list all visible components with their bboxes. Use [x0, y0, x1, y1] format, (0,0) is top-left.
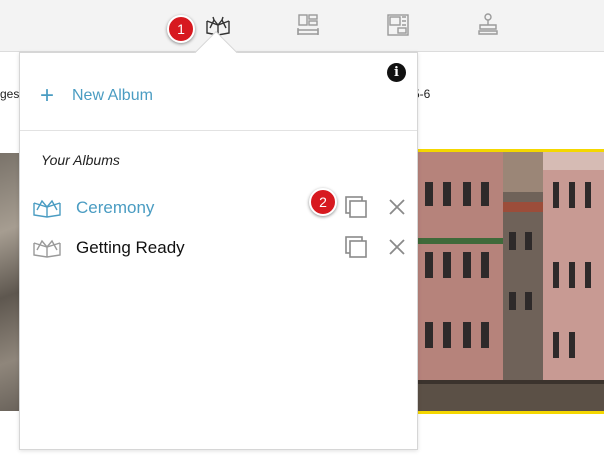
layout-icon[interactable]: [293, 10, 323, 40]
caret-mask: [190, 53, 242, 75]
new-album-label: New Album: [72, 87, 153, 104]
plus-icon: +: [40, 82, 55, 109]
albums-popover: i + New Album Your Albums Ceremony Getti…: [19, 52, 418, 450]
canal-photo: [417, 152, 604, 411]
duplicate-icon[interactable]: [343, 194, 369, 220]
album-item-ceremony[interactable]: Ceremony: [20, 189, 417, 225]
album-item-getting-ready[interactable]: Getting Ready: [20, 229, 417, 265]
album-book-icon: [33, 199, 61, 218]
album-name: Getting Ready: [76, 238, 185, 257]
photo-thumbnail-left[interactable]: [0, 153, 20, 411]
divider: [20, 130, 417, 131]
callout-badge-1: 1: [167, 15, 195, 43]
album-book-icon: [33, 239, 61, 258]
section-title: Your Albums: [41, 152, 120, 168]
delete-icon[interactable]: [386, 236, 408, 258]
page-label-left: ges: [0, 87, 20, 101]
duplicate-icon[interactable]: [343, 234, 369, 260]
delete-icon[interactable]: [386, 196, 408, 218]
new-album-button[interactable]: + New Album: [40, 83, 153, 109]
top-toolbar: [0, 0, 604, 52]
info-icon[interactable]: i: [387, 63, 406, 82]
album-name: Ceremony: [76, 198, 155, 217]
spread-icon[interactable]: [383, 10, 413, 40]
stamp-icon[interactable]: [473, 10, 503, 40]
photo-thumbnail-selected[interactable]: [414, 149, 604, 414]
callout-badge-2: 2: [309, 188, 337, 216]
